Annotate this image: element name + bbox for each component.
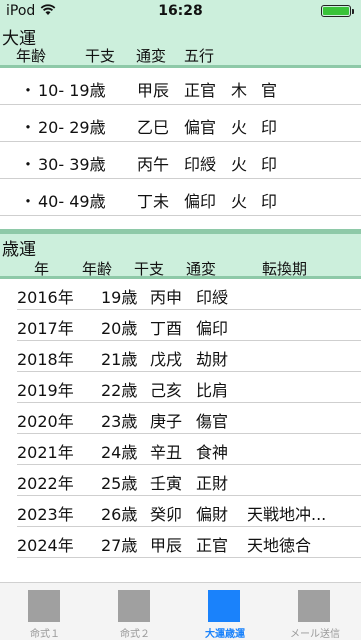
saiun-tenkan: 天戦地冲...	[247, 505, 327, 524]
taiun-kanshi: 甲辰	[137, 81, 170, 100]
saiun-tsuhen: 食神	[196, 443, 229, 462]
saiun-year: 2022年	[17, 474, 74, 493]
saiun-row[interactable]: 2021年 24歳 辛丑 食神	[17, 434, 361, 465]
taiun-element: 火	[231, 192, 248, 211]
saiun-year: 2024年	[17, 536, 74, 555]
saiun-year: 2021年	[17, 443, 74, 462]
saiun-year: 2020年	[17, 412, 74, 431]
saiun-row[interactable]: 2018年 21歳 戊戌 劫財	[17, 341, 361, 372]
saiun-age: 20歳	[101, 319, 138, 338]
saiun-row[interactable]: 2023年 26歳 癸卯 偏財 天戦地冲...	[17, 496, 361, 527]
taiun-element: 火	[231, 118, 248, 137]
battery-icon	[321, 5, 354, 17]
taiun-element: 木	[231, 81, 248, 100]
saiun-kanshi: 壬寅	[150, 474, 183, 493]
saiun-tsuhen: 正官	[196, 536, 229, 555]
saiun-age: 23歳	[101, 412, 138, 431]
saiun-kanshi: 丙申	[150, 288, 183, 307]
tab-label: メール送信	[290, 629, 340, 640]
saiun-age: 25歳	[101, 474, 138, 493]
taiun-kanshi: 乙巳	[137, 118, 170, 137]
saiun-tsuhen: 傷官	[196, 412, 229, 431]
saiun-row[interactable]: 2022年 25歳 壬寅 正財	[17, 465, 361, 496]
saiun-tenkan: 天地徳合	[247, 536, 312, 555]
saiun-tsuhen: 正財	[196, 474, 229, 493]
tab-label: 大運歳運	[205, 629, 245, 640]
taiun-row[interactable]: ・ 30- 39歳 丙午 印綬火印	[0, 142, 361, 179]
taiun-age: 10- 19歳	[38, 81, 106, 100]
tab-mail[interactable]: メール送信	[270, 583, 360, 641]
taiun-category: 官	[261, 81, 278, 100]
saiun-kanshi: 戊戌	[150, 350, 183, 369]
taiun-category: 印	[261, 192, 278, 211]
saiun-age: 19歳	[101, 288, 138, 307]
saiun-age: 26歳	[101, 505, 138, 524]
tab-meishiki2[interactable]: 命式２	[90, 583, 180, 641]
saiun-age: 27歳	[101, 536, 138, 555]
placeholder-icon	[208, 590, 240, 622]
taiun-row[interactable]: ・ 10- 19歳 甲辰 正官木官	[0, 68, 361, 105]
saiun-kanshi: 辛丑	[150, 443, 183, 462]
saiun-kanshi: 己亥	[150, 381, 183, 400]
saiun-year: 2023年	[17, 505, 74, 524]
taiun-col-gogyo: 五行	[184, 47, 215, 65]
taiun-col-kanshi: 干支	[85, 47, 116, 65]
taiun-bullet: ・	[20, 192, 37, 211]
taiun-age: 40- 49歳	[38, 192, 106, 211]
saiun-row[interactable]: 2019年 22歳 己亥 比肩	[17, 372, 361, 403]
taiun-age: 20- 29歳	[38, 118, 106, 137]
tab-meishiki1[interactable]: 命式１	[0, 583, 90, 641]
taiun-tsuhen: 偏印	[184, 192, 217, 211]
saiun-row[interactable]: 2016年 19歳 丙申 印綬	[17, 279, 361, 310]
saiun-kanshi: 丁酉	[150, 319, 183, 338]
saiun-year: 2019年	[17, 381, 74, 400]
status-bar: iPod 16:28	[0, 0, 361, 22]
tab-taiun-saiun[interactable]: 大運歳運	[180, 583, 270, 641]
taiun-header: 大運 年齢 干支 通変 五行	[0, 22, 361, 65]
tab-bar: 命式１ 命式２ 大運歳運 メール送信	[0, 582, 361, 640]
saiun-header: 歳運 年 年齢 干支 通変 転換期	[0, 234, 361, 278]
taiun-row[interactable]: ・ 20- 29歳 乙巳 偏官火印	[0, 105, 361, 142]
saiun-age: 21歳	[101, 350, 138, 369]
tab-label: 命式２	[120, 629, 150, 640]
taiun-element: 火	[231, 155, 248, 174]
taiun-kanshi: 丙午	[137, 155, 170, 174]
saiun-kanshi: 庚子	[150, 412, 183, 431]
saiun-title: 歳運	[2, 240, 36, 260]
taiun-kanshi: 丁未	[137, 192, 170, 211]
saiun-row[interactable]: 2017年 20歳 丁酉 偏印	[17, 310, 361, 341]
taiun-row[interactable]: ・ 40- 49歳 丁未 偏印火印	[0, 179, 361, 216]
taiun-tsuhen: 偏官	[184, 118, 217, 137]
taiun-tsuhen: 印綬	[184, 155, 217, 174]
saiun-age: 22歳	[101, 381, 138, 400]
clock: 16:28	[158, 3, 203, 19]
taiun-tsuhen: 正官	[184, 81, 217, 100]
taiun-bullet: ・	[20, 155, 37, 174]
taiun-col-age: 年齢	[16, 47, 47, 65]
taiun-col-tsuhen: 通変	[136, 47, 167, 65]
saiun-tsuhen: 劫財	[196, 350, 229, 369]
taiun-age: 30- 39歳	[38, 155, 106, 174]
saiun-tsuhen: 比肩	[196, 381, 229, 400]
saiun-kanshi: 癸卯	[150, 505, 183, 524]
placeholder-icon	[118, 590, 150, 622]
saiun-tsuhen: 偏財	[196, 505, 229, 524]
saiun-row[interactable]: 2020年 23歳 庚子 傷官	[17, 403, 361, 434]
taiun-category: 印	[261, 155, 278, 174]
placeholder-icon	[28, 590, 60, 622]
tab-label: 命式１	[30, 629, 60, 640]
taiun-category: 印	[261, 118, 278, 137]
saiun-tsuhen: 偏印	[196, 319, 229, 338]
saiun-year: 2018年	[17, 350, 74, 369]
saiun-kanshi: 甲辰	[150, 536, 183, 555]
saiun-year: 2017年	[17, 319, 74, 338]
placeholder-icon	[298, 590, 330, 622]
saiun-tsuhen: 印綬	[196, 288, 229, 307]
saiun-age: 24歳	[101, 443, 138, 462]
saiun-year: 2016年	[17, 288, 74, 307]
taiun-bullet: ・	[20, 81, 37, 100]
saiun-row[interactable]: 2024年 27歳 甲辰 正官 天地徳合	[17, 527, 361, 558]
taiun-bullet: ・	[20, 118, 37, 137]
